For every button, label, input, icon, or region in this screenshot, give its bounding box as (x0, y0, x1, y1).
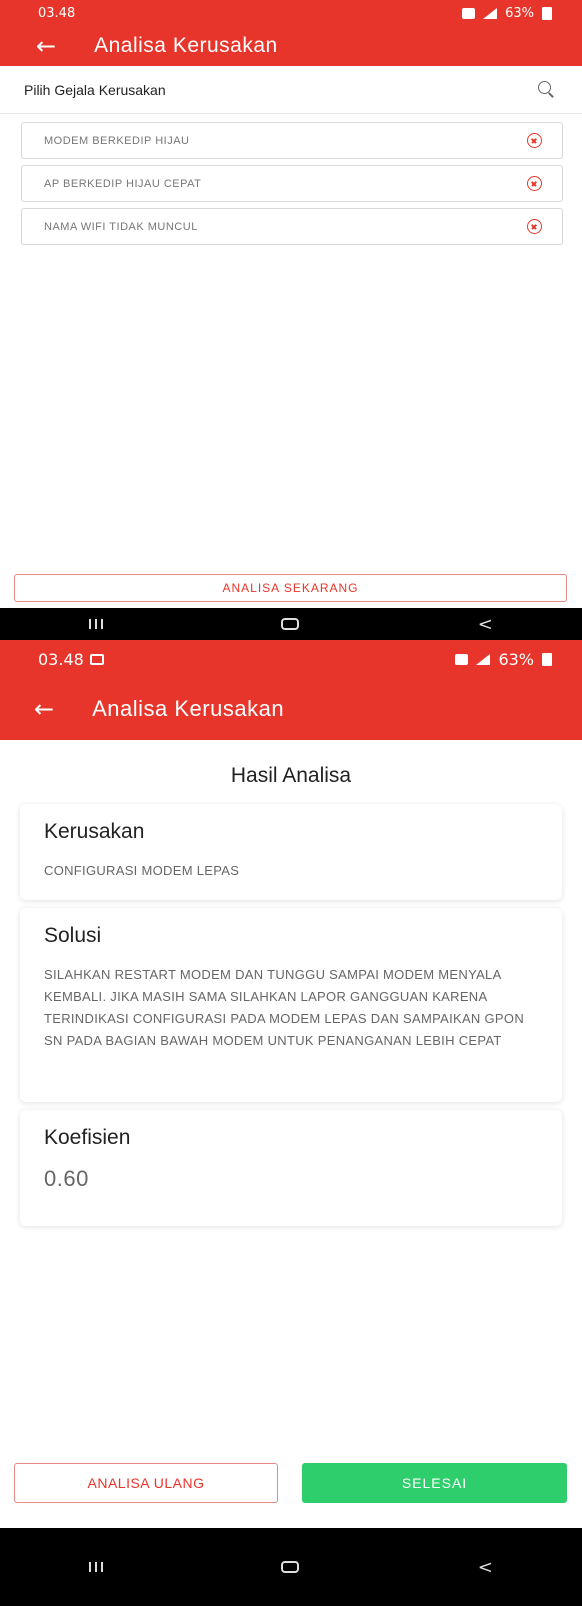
symptom-label: AP BERKEDIP HIJAU CEPAT (44, 177, 202, 190)
arrow-left-icon[interactable]: ← (34, 697, 54, 721)
result-title: Hasil Analisa (230, 764, 352, 787)
remove-icon[interactable] (527, 219, 542, 234)
symptom-label: NAMA WIFI TIDAK MUNCUL (44, 220, 198, 233)
solution-value: SILAHKAN RESTART MODEM DAN TUNGGU SAMPAI… (44, 967, 525, 1048)
status-indicators: 63% (455, 650, 552, 669)
back-icon[interactable]: < (478, 614, 493, 635)
home-icon[interactable] (281, 1561, 300, 1573)
alarm-icon (455, 653, 469, 665)
battery-level: 63% (498, 649, 534, 669)
symptom-chip: AP BERKEDIP HIJAU CEPAT (21, 165, 563, 202)
solution-card: Solusi SILAHKAN RESTART MODEM DAN TUNGGU… (20, 908, 562, 1102)
app-bar: ← Analisa Kerusakan (0, 26, 582, 66)
signal-icon (476, 653, 491, 665)
status-indicators: 63% (462, 6, 552, 21)
home-icon[interactable] (281, 618, 300, 630)
action-buttons: ANALISA ULANG SELESAI (14, 1463, 567, 1503)
recents-icon[interactable] (89, 619, 104, 629)
remove-icon[interactable] (527, 133, 542, 148)
symptom-chip: MODEM BERKEDIP HIJAU (21, 122, 563, 159)
system-nav-bar: < (0, 608, 582, 640)
status-bar: 03.48 63% (0, 0, 582, 26)
system-nav-bar: < (0, 1528, 582, 1606)
symptom-search[interactable]: Pilih Gejala Kerusakan (0, 66, 582, 114)
status-time: 03.48 (38, 649, 84, 669)
analyze-again-button[interactable]: ANALISA ULANG (14, 1463, 278, 1503)
status-bar: 03.48 63% (0, 640, 582, 678)
selected-symptoms-list: MODEM BERKEDIP HIJAU AP BERKEDIP HIJAU C… (0, 114, 582, 245)
coefficient-value: 0.60 (44, 1166, 89, 1191)
app-bar: ← Analisa Kerusakan (0, 678, 582, 740)
symptom-chip: NAMA WIFI TIDAK MUNCUL (21, 208, 563, 245)
recents-icon[interactable] (89, 1562, 104, 1572)
symptom-selection-screen: 03.48 63% ← Analisa Kerusakan Pilih Geja… (0, 0, 582, 640)
finish-button[interactable]: SELESAI (302, 1463, 567, 1503)
battery-level: 63% (505, 5, 534, 21)
status-left: 03.48 (38, 650, 104, 669)
arrow-left-icon[interactable]: ← (36, 34, 56, 58)
coefficient-heading: Koefisien (44, 1126, 131, 1149)
alarm-icon (462, 7, 476, 19)
damage-card: Kerusakan CONFIGURASI MODEM LEPAS (20, 804, 562, 900)
signal-icon (483, 7, 498, 19)
back-icon[interactable]: < (478, 1557, 493, 1578)
solution-heading: Solusi (44, 924, 102, 947)
app-title: Analisa Kerusakan (94, 34, 278, 57)
battery-icon (542, 652, 552, 666)
coefficient-card: Koefisien 0.60 (20, 1110, 562, 1226)
analysis-result-screen: 03.48 63% ← Analisa Kerusakan Hasil Anal… (0, 640, 582, 1606)
app-title: Analisa Kerusakan (92, 696, 285, 721)
gallery-icon (89, 653, 104, 665)
search-icon[interactable] (538, 80, 556, 99)
damage-value: CONFIGURASI MODEM LEPAS (44, 863, 240, 878)
battery-icon (542, 6, 552, 20)
status-time: 03.48 (38, 5, 76, 21)
analyze-now-button[interactable]: ANALISA SEKARANG (14, 574, 567, 602)
search-label: Pilih Gejala Kerusakan (24, 81, 166, 98)
remove-icon[interactable] (527, 176, 542, 191)
symptom-label: MODEM BERKEDIP HIJAU (44, 134, 190, 147)
damage-heading: Kerusakan (44, 820, 145, 843)
